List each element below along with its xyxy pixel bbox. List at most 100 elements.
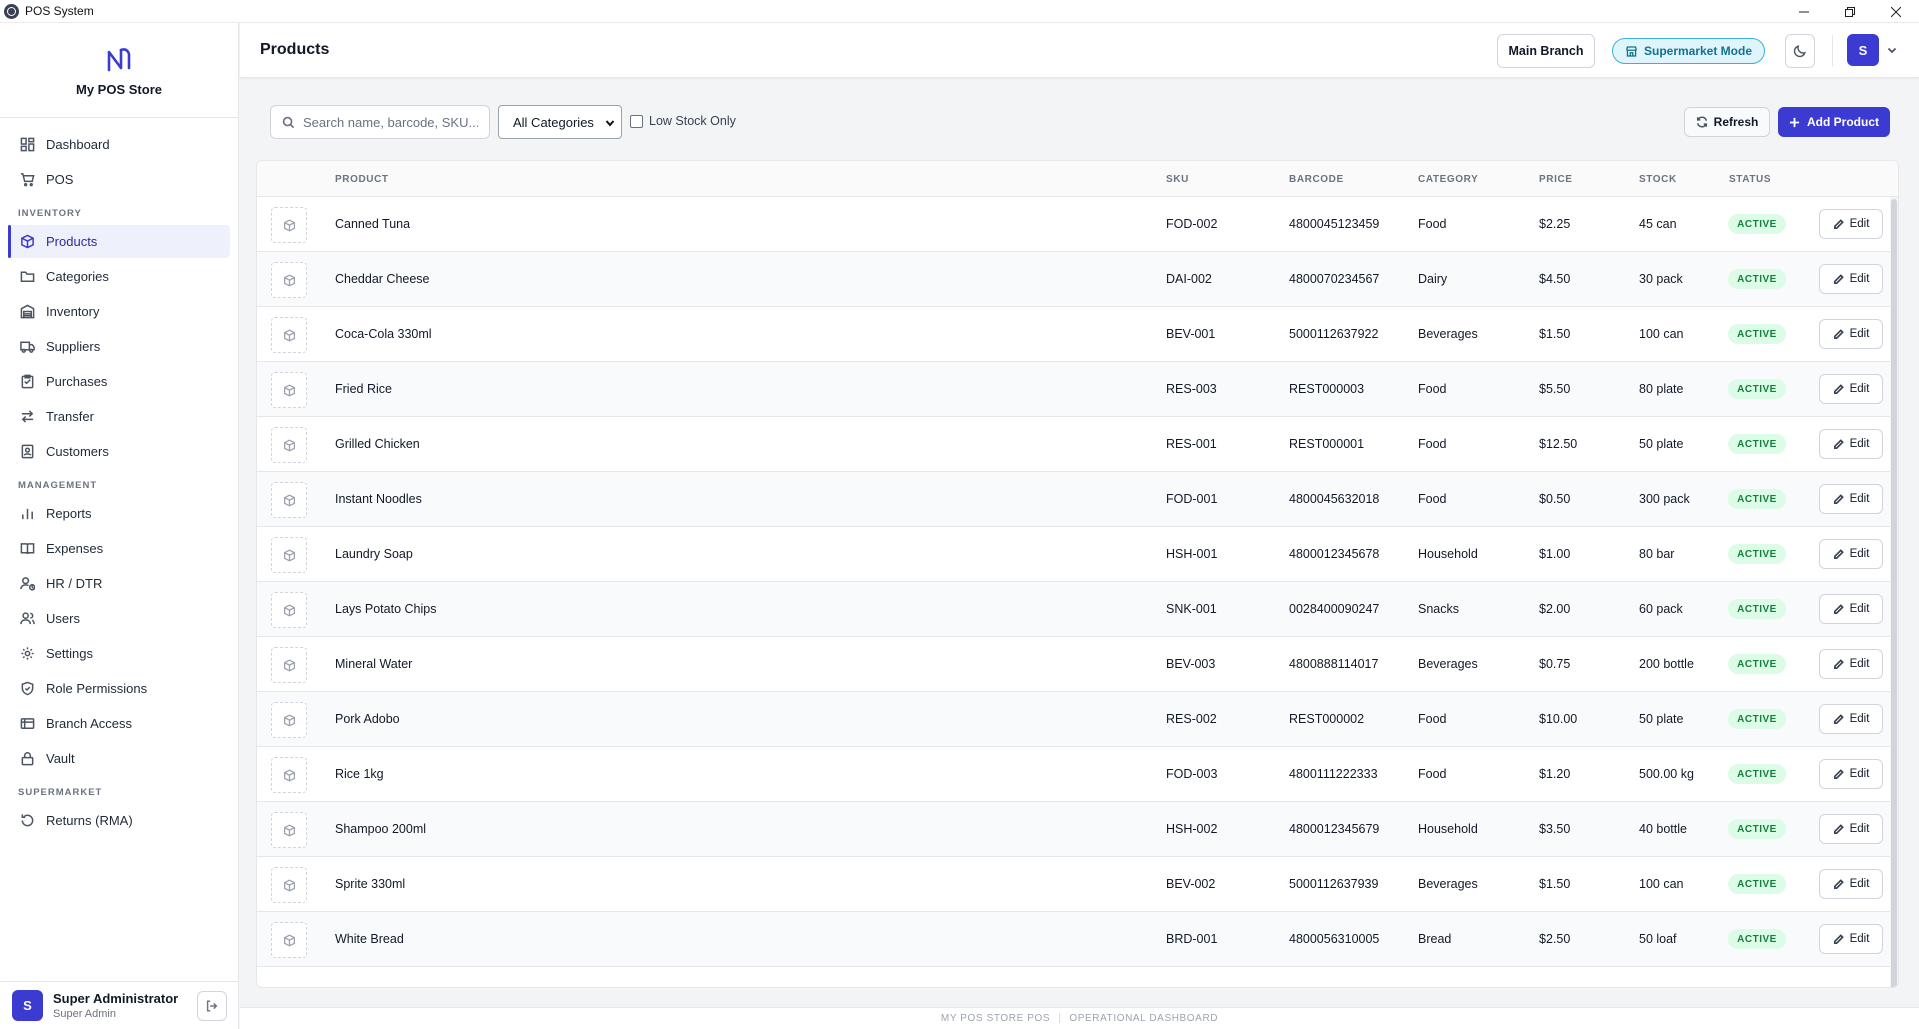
product-image-placeholder-icon — [271, 702, 307, 738]
sidebar-item-expenses[interactable]: Expenses — [8, 532, 230, 565]
refresh-label: Refresh — [1713, 115, 1759, 129]
sidebar-item-suppliers[interactable]: Suppliers — [8, 330, 230, 363]
column-header-sku[interactable]: SKU — [1166, 174, 1189, 185]
logout-button[interactable] — [197, 991, 227, 1021]
edit-button[interactable]: Edit — [1819, 924, 1883, 954]
product-price: $5.50 — [1539, 382, 1571, 396]
pencil-icon — [1833, 383, 1850, 395]
product-image-placeholder-icon — [271, 867, 307, 903]
sidebar-item-transfer[interactable]: Transfer — [8, 400, 230, 433]
product-image-placeholder-icon — [271, 592, 307, 628]
branch-selector-button[interactable]: Main Branch — [1497, 34, 1595, 68]
product-image-placeholder-icon — [271, 537, 307, 573]
sidebar-item-dashboard[interactable]: Dashboard — [8, 128, 230, 161]
edit-button[interactable]: Edit — [1819, 539, 1883, 569]
product-name: Fried Rice — [335, 382, 392, 396]
sidebar-item-role-permissions[interactable]: Role Permissions — [8, 672, 230, 705]
transfer-icon — [21, 410, 34, 423]
column-header-price[interactable]: PRICE — [1539, 174, 1573, 185]
edit-label: Edit — [1849, 603, 1870, 615]
gear-icon — [21, 647, 34, 660]
product-barcode: 0028400090247 — [1289, 602, 1380, 616]
edit-button[interactable]: Edit — [1819, 319, 1883, 349]
sidebar-item-reports[interactable]: Reports — [8, 497, 230, 530]
product-category: Beverages — [1418, 657, 1478, 671]
sidebar-item-vault[interactable]: Vault — [8, 742, 230, 775]
sidebar-item-products[interactable]: Products — [8, 225, 230, 258]
edit-button[interactable]: Edit — [1819, 814, 1883, 844]
column-header-category[interactable]: CATEGORY — [1418, 174, 1478, 185]
search-input[interactable] — [303, 114, 478, 130]
table-row[interactable]: Fried Rice RES-003 REST000003 Food $5.50 80 p… — [257, 362, 1898, 417]
edit-button[interactable]: Edit — [1819, 869, 1883, 899]
product-image-placeholder-icon — [271, 812, 307, 848]
sidebar-item-branch-access[interactable]: Branch Access — [8, 707, 230, 740]
sidebar-item-label: Expenses — [46, 541, 104, 556]
table-row[interactable]: White Bread BRD-001 4800056310005 Bread $2.5… — [257, 912, 1898, 967]
restore-icon[interactable] — [1827, 0, 1873, 23]
low-stock-filter[interactable]: Low Stock Only — [630, 114, 736, 128]
scrollbar-thumb[interactable] — [1891, 199, 1897, 987]
table-row[interactable]: Coca-Cola 330ml BEV-001 5000112637922 Bever… — [257, 307, 1898, 362]
table-row[interactable]: Rice 1kg FOD-003 4800111222333 Food $1.20 500… — [257, 747, 1898, 802]
search-field[interactable] — [270, 105, 490, 139]
edit-button[interactable]: Edit — [1819, 209, 1883, 239]
supermarket-mode-button[interactable]: Supermarket Mode — [1612, 38, 1765, 64]
table-row[interactable]: Instant Noodles FOD-001 4800045632018 Food $… — [257, 472, 1898, 527]
edit-button[interactable]: Edit — [1819, 484, 1883, 514]
sidebar-item-label: Vault — [46, 751, 75, 766]
table-row[interactable]: Mineral Water BEV-003 4800888114017 Beverag… — [257, 637, 1898, 692]
product-category: Food — [1418, 437, 1447, 451]
edit-button[interactable]: Edit — [1819, 264, 1883, 294]
pencil-icon — [1833, 603, 1850, 615]
column-header-stock[interactable]: STOCK — [1639, 174, 1677, 185]
close-icon[interactable] — [1873, 0, 1919, 23]
sidebar-item-returns-rma[interactable]: Returns (RMA) — [8, 804, 230, 837]
table-row[interactable]: Cheddar Cheese DAI-002 4800070234567 Dairy $… — [257, 252, 1898, 307]
table-row[interactable]: Grilled Chicken RES-001 REST000001 Food $12.… — [257, 417, 1898, 472]
sidebar-item-categories[interactable]: Categories — [8, 260, 230, 293]
edit-button[interactable]: Edit — [1819, 374, 1883, 404]
product-category: Snacks — [1418, 602, 1459, 616]
refresh-button[interactable]: Refresh — [1684, 107, 1770, 137]
column-header-product[interactable]: PRODUCT — [335, 174, 389, 185]
table-row[interactable]: Canned Tuna FOD-002 4800045123459 Food $2.25… — [257, 197, 1898, 252]
category-select[interactable]: All Categories — [498, 105, 622, 139]
sidebar-item-inventory[interactable]: Inventory — [8, 295, 230, 328]
product-name: Shampoo 200ml — [335, 822, 427, 836]
refresh-icon — [1696, 116, 1707, 128]
column-header-status[interactable]: STATUS — [1729, 174, 1771, 185]
table-scrollbar[interactable] — [1890, 197, 1898, 987]
minimize-icon[interactable] — [1781, 0, 1827, 23]
edit-button[interactable]: Edit — [1819, 594, 1883, 624]
theme-toggle-button[interactable] — [1785, 34, 1815, 68]
table-row[interactable]: Shampoo 200ml HSH-002 4800012345679 Househo… — [257, 802, 1898, 857]
sidebar-item-purchases[interactable]: Purchases — [8, 365, 230, 398]
product-sku: BEV-003 — [1166, 657, 1216, 671]
edit-button[interactable]: Edit — [1819, 429, 1883, 459]
sidebar-item-hr-dtr[interactable]: HR / DTR — [8, 567, 230, 600]
add-product-button[interactable]: Add Product — [1778, 107, 1890, 137]
product-barcode: 4800056310005 — [1289, 932, 1380, 946]
product-barcode: REST000001 — [1289, 437, 1365, 451]
sidebar-item-users[interactable]: Users — [8, 602, 230, 635]
edit-label: Edit — [1849, 493, 1870, 505]
edit-button[interactable]: Edit — [1819, 759, 1883, 789]
user-name: Super Administrator — [53, 991, 179, 1006]
table-row[interactable]: Lays Potato Chips SNK-001 0028400090247 Sna… — [257, 582, 1898, 637]
sidebar-item-customers[interactable]: Customers — [8, 435, 230, 468]
product-category: Food — [1418, 492, 1447, 506]
sidebar-item-settings[interactable]: Settings — [8, 637, 230, 670]
edit-button[interactable]: Edit — [1819, 649, 1883, 679]
table-row[interactable]: Pork Adobo RES-002 REST000002 Food $10.00 50 … — [257, 692, 1898, 747]
table-row[interactable]: Laundry Soap HSH-001 4800012345678 Househol… — [257, 527, 1898, 582]
low-stock-checkbox[interactable] — [630, 114, 643, 128]
user-menu-avatar[interactable]: S — [1847, 34, 1879, 66]
column-header-barcode[interactable]: BARCODE — [1289, 174, 1344, 185]
sidebar-item-pos[interactable]: POS — [8, 163, 230, 196]
chevron-down-icon[interactable] — [1886, 43, 1898, 55]
edit-button[interactable]: Edit — [1819, 704, 1883, 734]
avatar[interactable]: S — [12, 990, 43, 1021]
brand[interactable]: My POS Store — [0, 23, 238, 118]
table-row[interactable]: Sprite 330ml BEV-002 5000112637939 Beverage… — [257, 857, 1898, 912]
